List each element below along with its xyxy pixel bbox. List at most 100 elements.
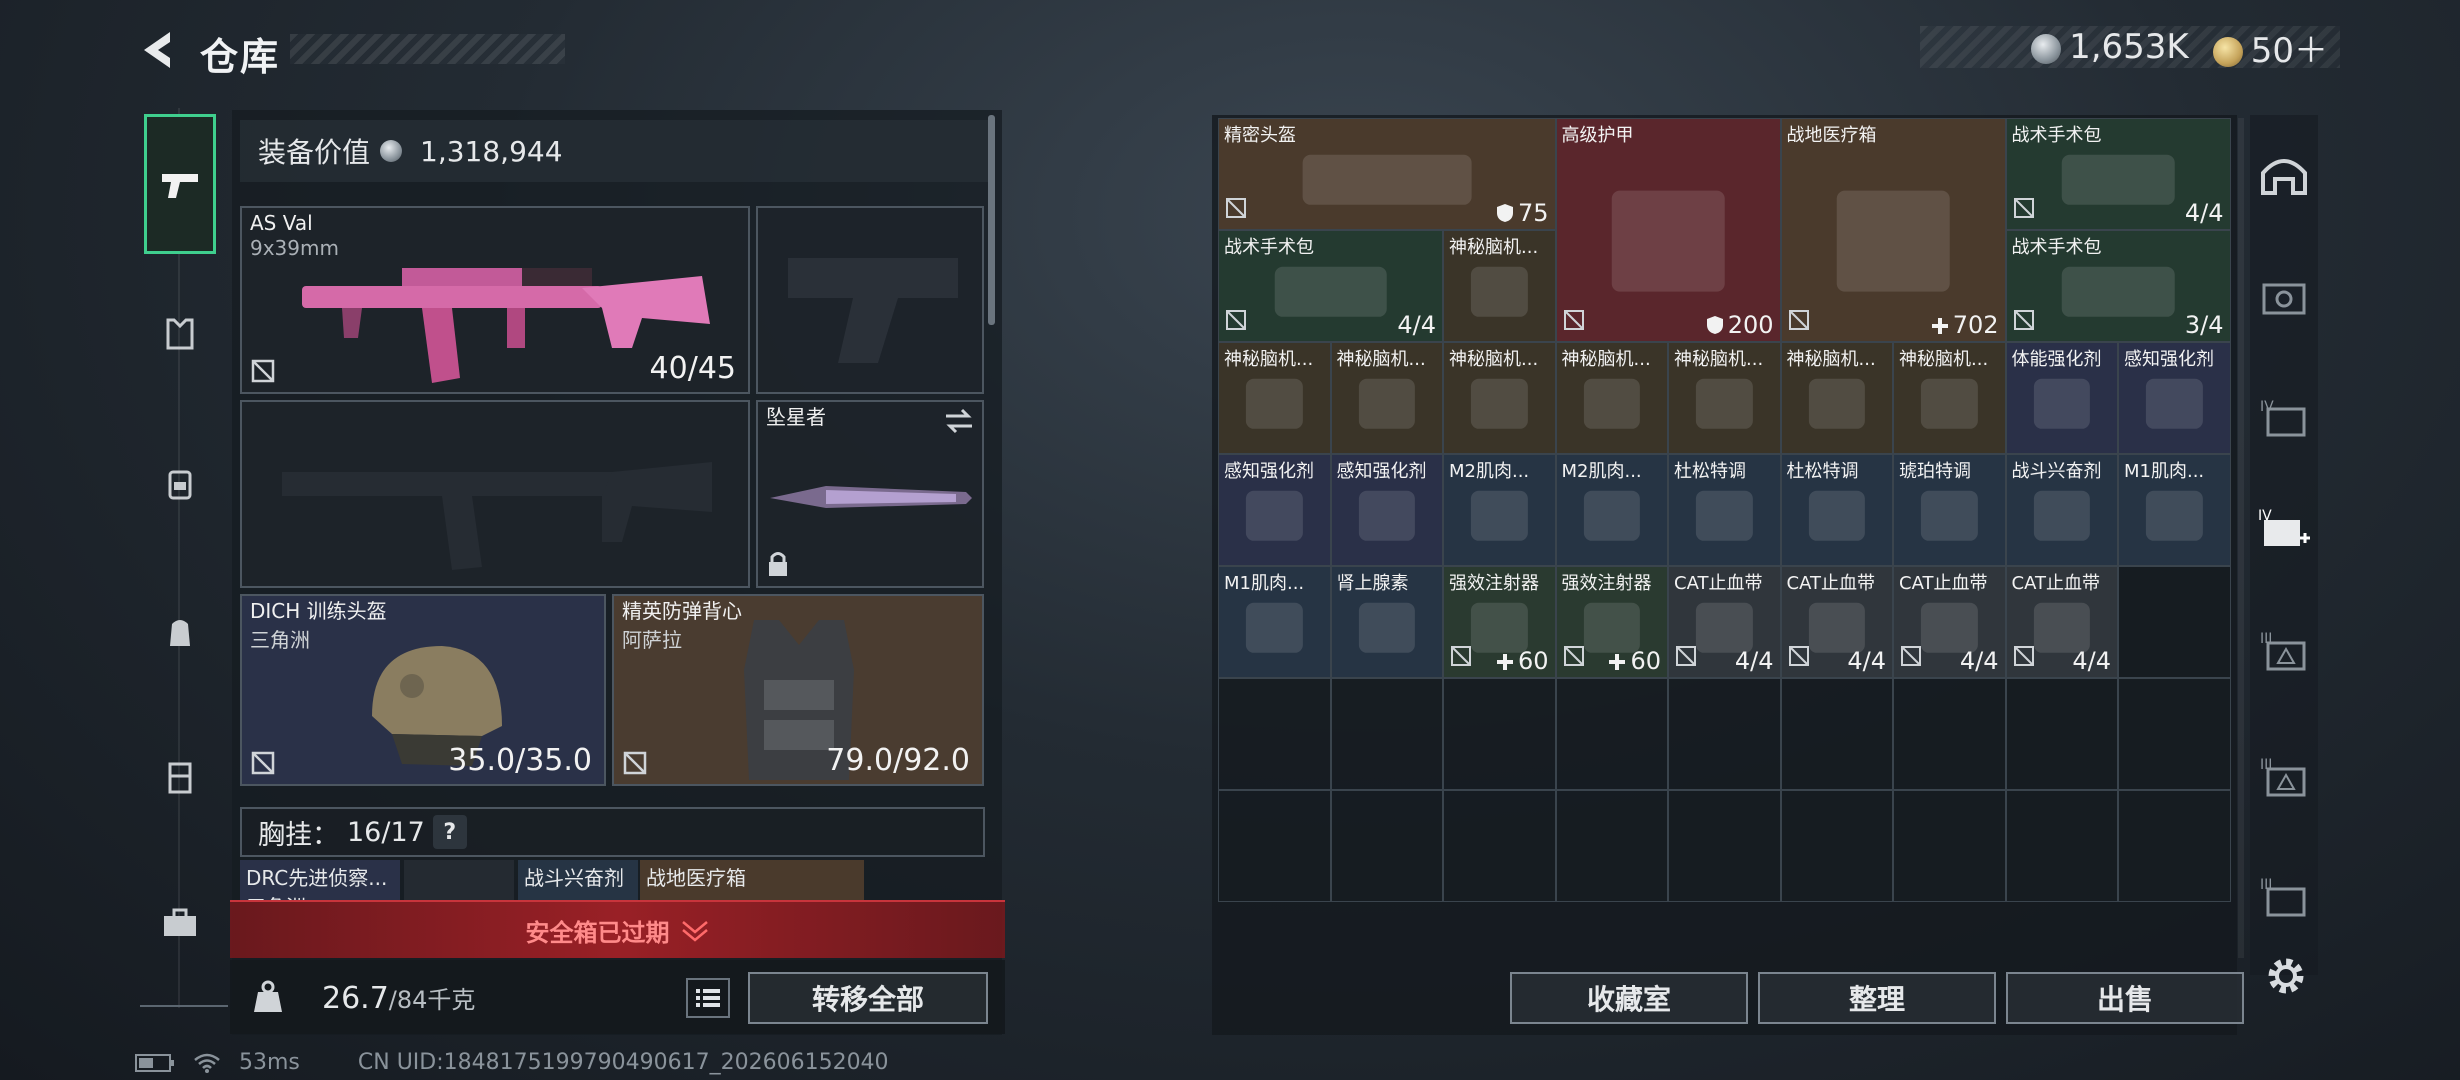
empty-slot[interactable] — [1780, 790, 1893, 902]
nav-weapon[interactable] — [144, 114, 216, 254]
gold-currency[interactable]: 50＋ — [2212, 23, 2328, 72]
stash-item[interactable]: 战斗兴奋剂 — [2005, 454, 2118, 566]
stash-item[interactable]: CAT止血带 4/4 — [1893, 566, 2006, 678]
helmet-slot[interactable]: DICH 训练头盔 三角洲 35.0/35.0 — [240, 594, 606, 786]
page-title: 仓库 — [200, 35, 281, 79]
empty-slot[interactable] — [1893, 678, 2006, 790]
nav-case-1[interactable] — [2252, 262, 2316, 332]
stash-item-name: M1肌肉... — [2124, 461, 2205, 482]
empty-slot[interactable] — [2118, 566, 2231, 678]
stash-item[interactable]: 琥珀特调 — [1893, 454, 2006, 566]
nav-case-iii[interactable]: III — [2252, 616, 2316, 686]
nav-chest-rig[interactable] — [144, 448, 216, 520]
back-button[interactable] — [128, 22, 188, 78]
stash-item[interactable]: 战术手术包 4/4 — [2005, 118, 2231, 230]
stash-item-name: 战地医疗箱 — [1786, 125, 1877, 146]
stash-item[interactable]: 强效注射器 60 — [1443, 566, 1556, 678]
mini-slot-medkit[interactable]: 战地医疗箱 — [640, 860, 864, 902]
empty-slot[interactable] — [1555, 790, 1668, 902]
list-view-button[interactable] — [686, 978, 730, 1018]
equipment-scrollbar[interactable] — [988, 115, 995, 325]
settings-gear-icon[interactable] — [2262, 952, 2310, 1000]
nav-toolbox[interactable] — [144, 886, 216, 958]
help-button[interactable]: ? — [432, 815, 467, 849]
no-insure-icon — [1450, 645, 1472, 671]
stash-item[interactable]: 神秘脑机... — [1780, 342, 1893, 454]
empty-slot[interactable] — [1330, 678, 1443, 790]
locker-icon — [168, 762, 192, 794]
stash-item[interactable]: M2肌肉... — [1443, 454, 1556, 566]
stash-item[interactable]: 感知强化剂 — [1330, 454, 1443, 566]
stash-item[interactable]: 神秘脑机... — [1443, 342, 1556, 454]
stash-item[interactable]: 感知强化剂 — [2118, 342, 2231, 454]
empty-slot[interactable] — [1443, 678, 1556, 790]
stash-item[interactable]: 神秘脑机... — [1330, 342, 1443, 454]
stash-item[interactable]: 精密头盔 75 — [1218, 118, 1556, 230]
stash-item[interactable]: M1肌肉... — [1218, 566, 1331, 678]
stash-item[interactable]: 神秘脑机... — [1668, 342, 1781, 454]
stash-item[interactable]: 肾上腺素 — [1330, 566, 1443, 678]
equipment-value: 装备价值 1,318,944 — [240, 120, 990, 182]
nav-case-iv-plus[interactable]: IV — [2252, 496, 2316, 566]
mini-slot-empty[interactable] — [404, 860, 514, 902]
empty-slot[interactable] — [1443, 790, 1556, 902]
stash-item[interactable]: 杜松特调 — [1780, 454, 1893, 566]
empty-slot[interactable] — [2118, 790, 2231, 902]
nav-bunker[interactable] — [2252, 140, 2316, 210]
empty-slot[interactable] — [1893, 790, 2006, 902]
stash-item[interactable]: 高级护甲 200 — [1555, 118, 1781, 342]
nav-case-iv[interactable]: IV — [2252, 382, 2316, 452]
organize-button[interactable]: 整理 — [1758, 972, 1996, 1024]
stash-item[interactable]: CAT止血带 4/4 — [1780, 566, 1893, 678]
nav-case-iii-b[interactable]: III — [2252, 742, 2316, 812]
stash-item[interactable]: CAT止血带 4/4 — [1668, 566, 1781, 678]
nav-locker[interactable] — [144, 742, 216, 814]
mini-slot-stimulant[interactable]: 战斗兴奋剂 — [518, 860, 638, 902]
stash-item-value: 4/4 — [1734, 647, 1774, 675]
transfer-all-button[interactable]: 转移全部 — [748, 972, 988, 1024]
stash-item[interactable]: 战地医疗箱 702 — [1780, 118, 2006, 342]
stash-item[interactable]: 神秘脑机... — [1893, 342, 2006, 454]
swap-icon[interactable] — [944, 408, 974, 434]
empty-slot[interactable] — [2118, 678, 2231, 790]
stash-item[interactable]: 强效注射器 60 — [1555, 566, 1668, 678]
primary-weapon-slot[interactable]: AS Val 9x39mm 40/45 — [240, 206, 750, 394]
empty-slot[interactable] — [1555, 678, 1668, 790]
stash-item[interactable]: 神秘脑机... — [1555, 342, 1668, 454]
stash-item[interactable]: 体能强化剂 — [2005, 342, 2118, 454]
safe-box-expired-banner[interactable]: 安全箱已过期 — [230, 900, 1005, 958]
stash-item[interactable]: 神秘脑机... — [1443, 230, 1556, 342]
secondary-weapon-slot[interactable] — [240, 400, 750, 588]
nav-armor[interactable] — [144, 298, 216, 370]
stash-item[interactable]: 神秘脑机... — [1218, 342, 1331, 454]
empty-slot[interactable] — [1330, 790, 1443, 902]
stash-item-value: 75 — [1496, 199, 1549, 227]
nav-case-iii-c[interactable]: III — [2252, 862, 2316, 932]
empty-slot[interactable] — [1668, 678, 1781, 790]
stash-item[interactable]: M2肌肉... — [1555, 454, 1668, 566]
stash-item[interactable]: CAT止血带 4/4 — [2005, 566, 2118, 678]
stash-scrollbar[interactable] — [2238, 118, 2244, 958]
empty-slot[interactable] — [1218, 678, 1331, 790]
stash-item[interactable]: 杜松特调 — [1668, 454, 1781, 566]
mini-slot-helmet[interactable]: DRC先进侦察... 三角洲 — [240, 860, 400, 902]
melee-slot[interactable]: 坠星者 — [756, 400, 984, 588]
sell-button[interactable]: 出售 — [2006, 972, 2244, 1024]
stash-item-name: 感知强化剂 — [1336, 461, 1427, 482]
empty-slot[interactable] — [2005, 678, 2118, 790]
stash-item[interactable]: 感知强化剂 — [1218, 454, 1331, 566]
no-insure-icon — [1900, 645, 1922, 671]
nav-backpack[interactable] — [144, 596, 216, 668]
empty-slot[interactable] — [1218, 790, 1331, 902]
empty-slot[interactable] — [2005, 790, 2118, 902]
empty-slot[interactable] — [1780, 678, 1893, 790]
empty-slot[interactable] — [1668, 790, 1781, 902]
vest-slot[interactable]: 精英防弹背心 阿萨拉 79.0/92.0 — [612, 594, 984, 786]
rifle-silhouette-icon — [282, 462, 712, 570]
sidearm-slot[interactable] — [756, 206, 984, 394]
stash-item[interactable]: 战术手术包 4/4 — [1218, 230, 1443, 342]
stash-item[interactable]: 战术手术包 3/4 — [2005, 230, 2231, 342]
left-nav — [140, 108, 226, 1008]
stash-item[interactable]: M1肌肉... — [2118, 454, 2231, 566]
collection-room-button[interactable]: 收藏室 — [1510, 972, 1748, 1024]
